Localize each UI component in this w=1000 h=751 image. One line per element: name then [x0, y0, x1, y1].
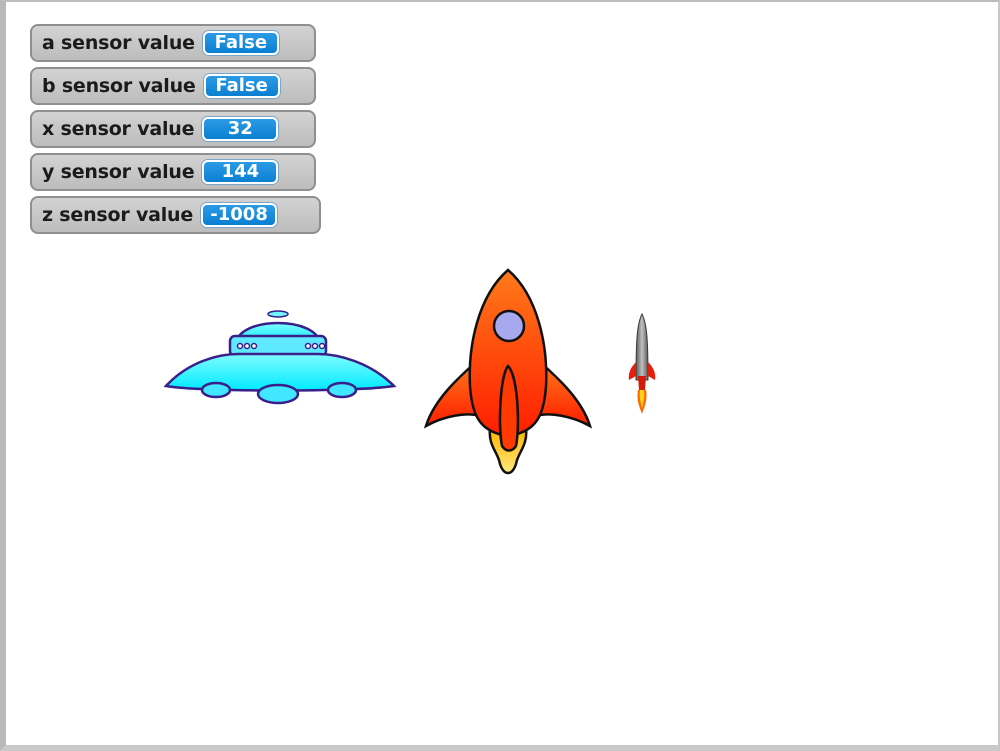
watcher-value: 144: [202, 160, 279, 184]
rocket-icon: [423, 268, 593, 475]
watcher-b-sensor[interactable]: b sensor value False: [30, 67, 316, 105]
watcher-value: False: [203, 74, 280, 98]
watcher-label: y sensor value: [42, 161, 195, 183]
watcher-value: 32: [202, 117, 279, 141]
watcher-label: z sensor value: [42, 204, 194, 226]
stage[interactable]: a sensor value False b sensor value Fals…: [6, 2, 998, 745]
watcher-a-sensor[interactable]: a sensor value False: [30, 24, 316, 62]
ufo-icon: [163, 310, 397, 405]
stage-frame: a sensor value False b sensor value Fals…: [0, 0, 1000, 751]
watcher-z-sensor[interactable]: z sensor value -1008: [30, 196, 321, 234]
watcher-value: False: [202, 31, 279, 55]
watcher-label: a sensor value: [42, 32, 195, 54]
watcher-label: b sensor value: [42, 75, 196, 97]
small-rocket-icon: [628, 312, 656, 414]
watcher-y-sensor[interactable]: y sensor value 144: [30, 153, 316, 191]
rocket-sprite[interactable]: [418, 266, 598, 482]
watcher-label: x sensor value: [42, 118, 195, 140]
ufo-sprite[interactable]: [158, 302, 398, 407]
watcher-x-sensor[interactable]: x sensor value 32: [30, 110, 316, 148]
small-rocket-sprite[interactable]: [624, 310, 660, 416]
watcher-value: -1008: [201, 203, 278, 227]
